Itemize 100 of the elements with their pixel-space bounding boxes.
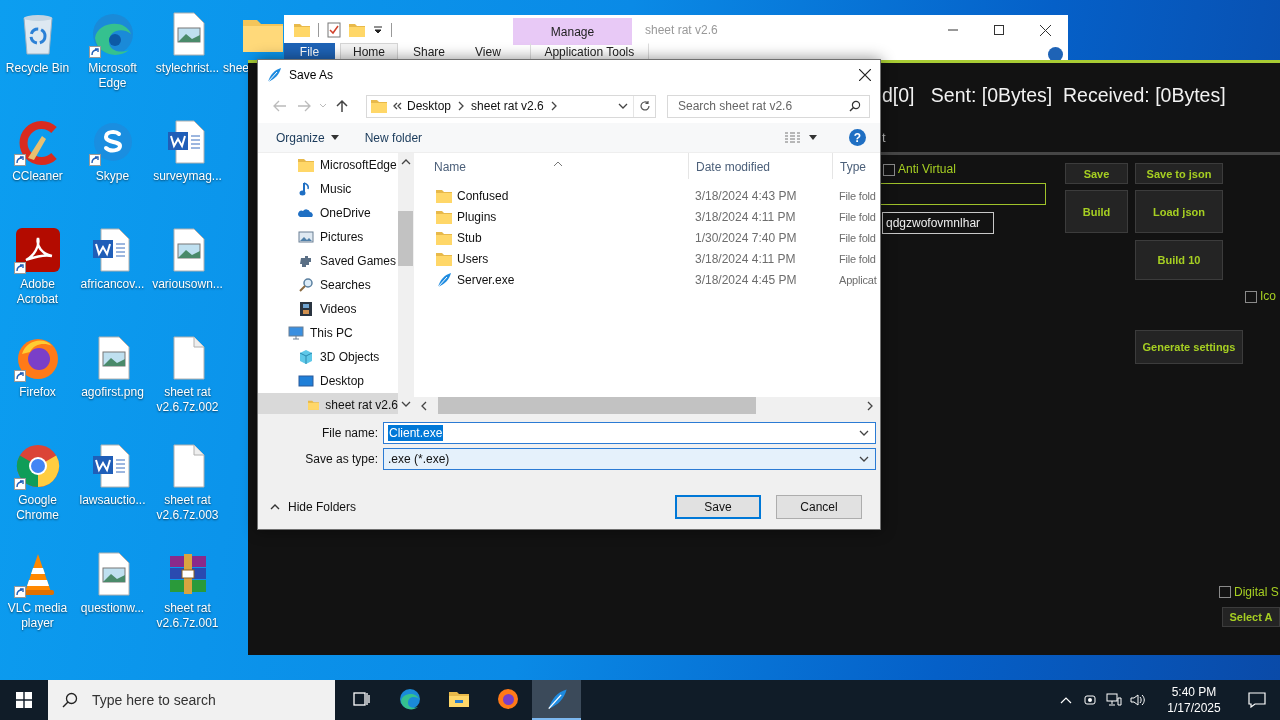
windows-logo-icon xyxy=(16,692,32,708)
cube-icon xyxy=(298,349,314,365)
properties-icon xyxy=(327,22,341,38)
chevron-up-icon xyxy=(270,504,280,510)
details-view-icon xyxy=(785,131,803,144)
nav-item[interactable]: Desktop xyxy=(258,369,398,393)
speaker-icon xyxy=(1130,693,1146,707)
action-button[interactable]: Generate settings xyxy=(1135,330,1243,364)
taskbar-search-box[interactable]: Type here to search xyxy=(48,680,335,720)
save-button[interactable]: Save xyxy=(675,495,761,519)
column-header[interactable]: Name xyxy=(414,153,688,179)
dialog-title: Save As xyxy=(289,67,335,82)
breadcrumb[interactable]: sheet rat v2.6 xyxy=(471,99,544,113)
nav-item[interactable]: MicrosoftEdge xyxy=(258,153,398,177)
monitor-icon xyxy=(288,325,304,341)
help-button[interactable]: ? xyxy=(849,129,866,146)
desktop-icon xyxy=(298,373,314,389)
folder-icon xyxy=(436,230,452,245)
ribbon-tab[interactable]: Share xyxy=(398,43,461,65)
date-text: 1/17/2025 xyxy=(1167,700,1221,716)
address-bar[interactable]: Desktop sheet rat v2.6 xyxy=(366,94,656,118)
file-type: File fold xyxy=(838,189,877,202)
checkbox[interactable] xyxy=(1219,586,1231,598)
ribbon-tab[interactable]: View xyxy=(460,43,516,65)
file-date: 3/18/2024 4:43 PM xyxy=(694,188,798,203)
scrollbar-thumb[interactable] xyxy=(438,397,756,414)
scrollbar[interactable] xyxy=(398,153,413,414)
action-button[interactable]: Select A xyxy=(1222,607,1280,627)
back-arrow-icon xyxy=(273,100,287,112)
file-name[interactable]: Stub xyxy=(414,230,688,245)
folder-icon xyxy=(371,99,387,113)
file-date: 3/18/2024 4:11 PM xyxy=(694,251,797,266)
file-name[interactable]: Users xyxy=(414,251,688,266)
firefox-icon xyxy=(495,687,520,711)
folder-icon xyxy=(298,158,314,172)
file-name[interactable]: Plugins xyxy=(414,209,688,224)
action-button[interactable]: Load json xyxy=(1135,190,1223,233)
field-label: File name: xyxy=(320,426,378,440)
caret-icon xyxy=(809,135,817,140)
file-name-field[interactable]: Client.exe xyxy=(383,422,876,444)
nav-item[interactable]: OneDrive xyxy=(258,201,398,225)
folder-icon xyxy=(349,23,365,37)
new-folder-button[interactable]: New folder xyxy=(358,126,429,149)
checkbox[interactable] xyxy=(883,164,895,176)
feather-icon xyxy=(266,66,282,83)
hide-folders-button[interactable]: Hide Folders xyxy=(258,500,357,514)
clock[interactable]: 5:40 PM 1/17/2025 xyxy=(1160,684,1228,716)
nav-item[interactable]: Videos xyxy=(258,297,398,321)
action-button[interactable]: Build xyxy=(1065,190,1128,233)
action-button[interactable]: Build 10 xyxy=(1135,240,1223,280)
chevron-up-icon xyxy=(1060,696,1072,704)
camera-icon xyxy=(1083,693,1097,707)
search-icon xyxy=(849,100,861,112)
nav-item[interactable]: Saved Games xyxy=(258,249,398,273)
file-date: 3/18/2024 4:11 PM xyxy=(694,209,797,224)
nav-item[interactable]: Pictures xyxy=(258,225,398,249)
magnifier-icon xyxy=(298,277,314,293)
organize-button[interactable]: Organize xyxy=(270,126,345,149)
scrollbar-thumb[interactable] xyxy=(398,211,413,266)
column-header[interactable]: Type xyxy=(832,153,880,179)
file-name[interactable]: Server.exe xyxy=(414,271,688,288)
option-label: Digital S xyxy=(1234,585,1279,599)
action-button[interactable]: Save xyxy=(1065,163,1128,184)
scrollbar[interactable] xyxy=(414,397,880,414)
speech-bubble-icon xyxy=(1248,692,1266,708)
up-arrow-icon xyxy=(336,99,348,113)
taskbar-search-field[interactable]: Type here to search xyxy=(90,691,335,709)
file-type: File fold xyxy=(838,231,877,244)
file-type: File fold xyxy=(838,252,877,265)
connection-status: d[0] Sent: [0Bytes] Received: [0Bytes] xyxy=(882,84,1226,107)
field-label: Save as type: xyxy=(304,452,378,466)
search-box[interactable]: Search sheet rat v2.6 xyxy=(667,94,870,118)
nav-item[interactable]: 3D Objects xyxy=(258,345,398,369)
file-date: 3/18/2024 4:45 PM xyxy=(694,272,798,287)
close-icon xyxy=(1039,24,1051,36)
caret-icon xyxy=(319,103,327,109)
nav-item[interactable]: This PC xyxy=(258,321,398,345)
id-field[interactable]: qdgzwofovmnlhar xyxy=(882,212,994,234)
window-title: sheet rat v2.6 xyxy=(645,23,719,37)
option-label: Anti Virtual xyxy=(898,162,956,176)
file-type-select[interactable]: .exe (*.exe) xyxy=(383,448,876,470)
action-button[interactable]: Save to json xyxy=(1135,163,1223,184)
breadcrumb[interactable]: Desktop xyxy=(407,99,452,113)
refresh-icon xyxy=(638,100,651,112)
nav-item[interactable]: Searches xyxy=(258,273,398,297)
nav-item[interactable]: sheet rat v2.6 xyxy=(258,393,398,414)
edge-icon xyxy=(397,687,422,711)
search-field[interactable]: Search sheet rat v2.6 xyxy=(676,98,849,114)
pdf-icon xyxy=(13,226,62,274)
column-header[interactable]: Date modified xyxy=(688,153,832,179)
nav-item[interactable]: Music xyxy=(258,177,398,201)
film-icon xyxy=(298,301,314,317)
feather-icon xyxy=(436,271,452,288)
context-tab-header: Manage xyxy=(513,18,632,45)
file-type: File fold xyxy=(838,210,877,223)
file-name[interactable]: Confused xyxy=(414,188,688,203)
search-icon xyxy=(62,692,78,708)
checkbox[interactable] xyxy=(1245,291,1257,303)
maximize-icon xyxy=(994,25,1004,35)
cancel-button[interactable]: Cancel xyxy=(776,495,862,519)
